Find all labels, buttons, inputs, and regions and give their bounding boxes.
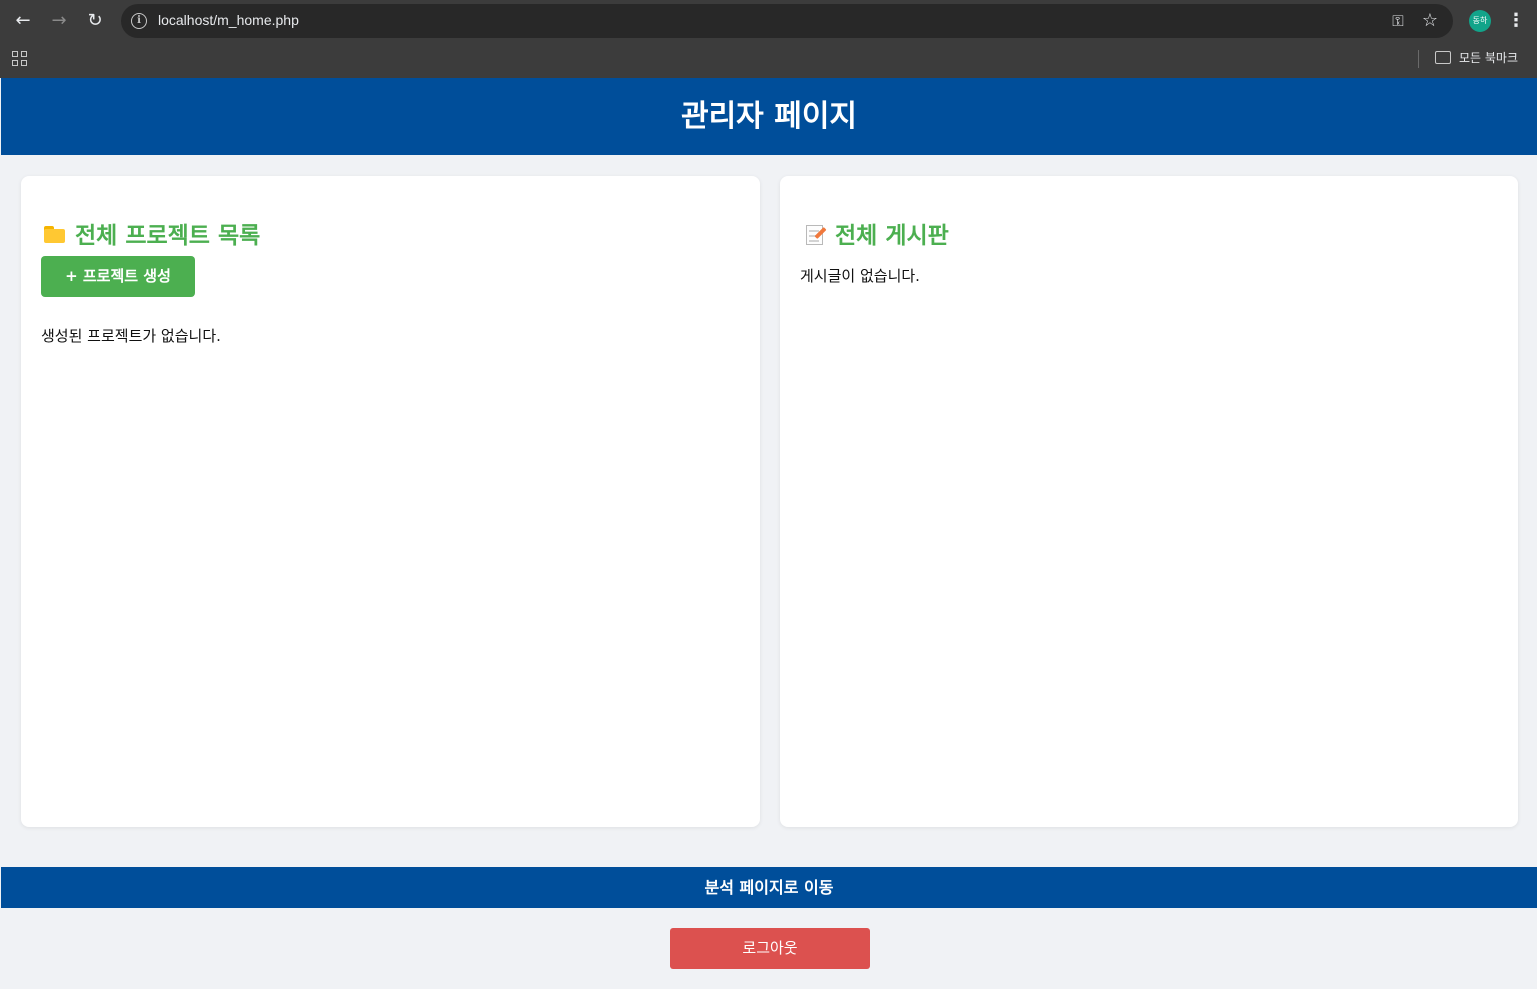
page-content: 관리자 페이지 전체 프로젝트 목록 + 프로젝트 생성 생성된 프로젝트가 없… [1, 78, 1537, 989]
address-bar[interactable]: i localhost/m_home.php ⚿ ☆ [121, 4, 1453, 38]
open-folder-icon [43, 225, 67, 245]
memo-icon [805, 222, 827, 246]
page-title: 관리자 페이지 [680, 99, 858, 134]
url-text[interactable]: localhost/m_home.php [158, 12, 299, 28]
board-card: 전체 게시판 게시글이 없습니다. [780, 176, 1518, 827]
projects-title: 전체 프로젝트 목록 [75, 223, 261, 249]
back-icon[interactable]: ← [11, 10, 35, 32]
board-empty-message: 게시글이 없습니다. [800, 267, 920, 285]
browser-toolbar: ← → ↻ i localhost/m_home.php ⚿ ☆ 동하 ⋮ [0, 0, 1537, 42]
all-bookmarks-link[interactable]: 모든 북마크 [1459, 49, 1518, 66]
password-key-icon[interactable]: ⚿ [1386, 10, 1410, 32]
projects-card: 전체 프로젝트 목록 + 프로젝트 생성 생성된 프로젝트가 없습니다. [21, 176, 760, 827]
board-title: 전체 게시판 [835, 223, 949, 249]
profile-avatar[interactable]: 동하 [1469, 10, 1491, 32]
reload-icon[interactable]: ↻ [83, 10, 107, 32]
bookmarks-bar: 모든 북마크 [0, 42, 1537, 78]
page-header: 관리자 페이지 [1, 78, 1537, 155]
projects-empty-message: 생성된 프로젝트가 없습니다. [41, 327, 221, 345]
board-heading: 전체 게시판 [805, 216, 949, 250]
apps-grid-icon[interactable] [12, 51, 30, 69]
analysis-page-button[interactable]: 분석 페이지로 이동 [1, 867, 1537, 908]
browser-menu-icon[interactable]: ⋮ [1506, 10, 1526, 32]
logout-button[interactable]: 로그아웃 [670, 928, 870, 969]
folder-icon[interactable] [1435, 51, 1451, 64]
forward-icon[interactable]: → [47, 10, 71, 32]
create-project-button[interactable]: + 프로젝트 생성 [41, 256, 195, 297]
site-info-icon[interactable]: i [131, 13, 147, 29]
bookmarks-divider [1418, 50, 1419, 68]
projects-heading: 전체 프로젝트 목록 [43, 216, 260, 250]
bookmark-star-icon[interactable]: ☆ [1418, 10, 1442, 32]
